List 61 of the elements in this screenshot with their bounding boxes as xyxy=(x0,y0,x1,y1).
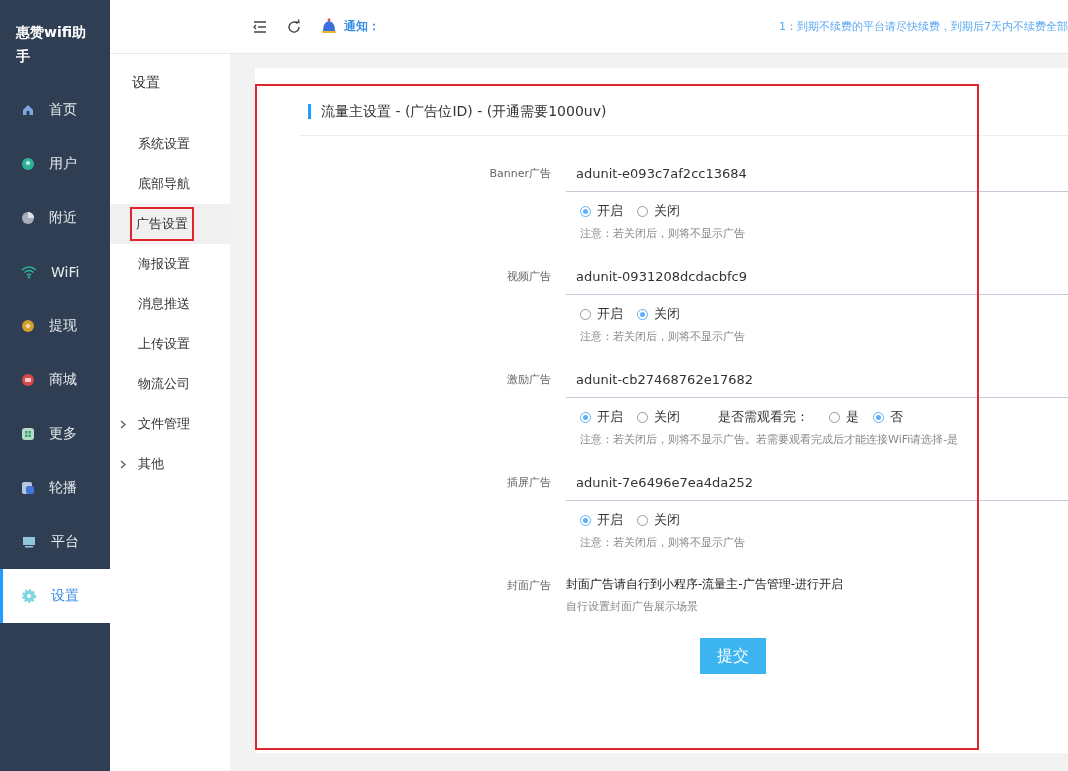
info-text: 封面广告请自行到小程序-流量主-广告管理-进行开启 xyxy=(566,576,844,593)
nav-label: 设置 xyxy=(51,587,79,605)
refresh-icon[interactable] xyxy=(286,18,302,35)
wifi-icon xyxy=(21,265,37,279)
nav-item[interactable]: 附近 xyxy=(0,191,110,245)
field-label: Banner广告 xyxy=(488,166,551,182)
radio-option[interactable]: 开启 xyxy=(580,305,623,323)
radio-option[interactable]: 关闭 xyxy=(637,305,680,323)
submenu-item[interactable]: 广告设置 xyxy=(110,204,230,244)
note-text: 注意：若关闭后，则将不显示广告 xyxy=(579,226,746,241)
radio-option[interactable]: 开启 xyxy=(580,408,623,426)
field-label: 插屏广告 xyxy=(506,475,551,491)
notice-text: 1：到期不续费的平台请尽快续费，到期后7天内不续费全部 xyxy=(779,19,1068,34)
monitor-icon xyxy=(21,535,37,549)
pie-chart-icon xyxy=(21,211,35,225)
section-title: 流量主设置 - (广告位ID) - (开通需要1000uv) xyxy=(308,104,1068,119)
note-text: 注意：若关闭后，则将不显示广告 xyxy=(579,329,746,344)
radio-option[interactable]: 否 xyxy=(873,408,903,426)
nav-label: 附近 xyxy=(49,209,77,227)
notice-label: 通知： xyxy=(344,18,380,35)
note-text: 注意：若关闭后，则将不显示广告。若需要观看完成后才能连接WiFi请选择-是 xyxy=(579,432,960,447)
nav-item[interactable]: 平台 xyxy=(0,515,110,569)
nav-item[interactable]: 设置 xyxy=(0,569,110,623)
gear-icon xyxy=(21,588,37,604)
shop-icon xyxy=(21,373,35,387)
home-icon xyxy=(21,103,35,117)
field-label: 视频广告 xyxy=(506,269,551,285)
app-title: 惠赞wifi助手 xyxy=(14,23,88,66)
nav-item[interactable]: 提现 xyxy=(0,299,110,353)
option-label: 是否需观看完： xyxy=(718,408,809,426)
field-label: 激励广告 xyxy=(506,372,551,388)
field-label: 封面广告 xyxy=(506,578,551,594)
radio-option[interactable]: 关闭 xyxy=(637,202,680,220)
grid-icon xyxy=(21,427,35,441)
nav-label: 用户 xyxy=(49,155,77,173)
nav-label: 首页 xyxy=(49,101,77,119)
coin-icon xyxy=(21,319,35,333)
radio-option[interactable]: 开启 xyxy=(580,202,623,220)
bell-icon xyxy=(320,17,338,36)
radio-option[interactable]: 开启 xyxy=(580,511,623,529)
nav-item[interactable]: 轮播 xyxy=(0,461,110,515)
note-text: 自行设置封面广告展示场景 xyxy=(566,599,699,614)
submenu-title: 设置 xyxy=(131,74,161,92)
nav-item[interactable]: 首页 xyxy=(0,83,110,137)
radio-option[interactable]: 是 xyxy=(829,408,859,426)
nav-label: 商城 xyxy=(49,371,77,389)
nav-label: 轮播 xyxy=(49,479,77,497)
nav-item[interactable]: 商城 xyxy=(0,353,110,407)
nav-item[interactable]: 用户 xyxy=(0,137,110,191)
nav-item[interactable]: 更多 xyxy=(0,407,110,461)
menu-icon[interactable] xyxy=(252,19,268,34)
nav-label: 平台 xyxy=(51,533,79,551)
nav-label: 提现 xyxy=(49,317,77,335)
image-icon xyxy=(21,481,35,495)
radio-option[interactable]: 关闭 xyxy=(637,408,680,426)
nav-label: 更多 xyxy=(49,425,77,443)
nav-item[interactable]: WiFi xyxy=(0,245,110,299)
note-text: 注意：若关闭后，则将不显示广告 xyxy=(579,535,746,550)
radio-option[interactable]: 关闭 xyxy=(637,511,680,529)
nav-label: WiFi xyxy=(51,264,80,280)
user-icon xyxy=(21,157,35,171)
